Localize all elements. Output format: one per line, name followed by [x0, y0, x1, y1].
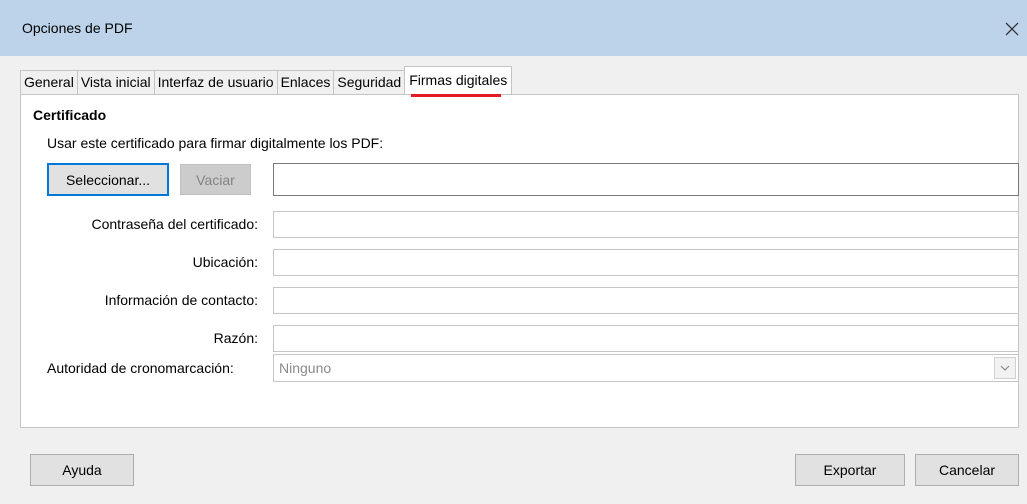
tab-bar: General Vista inicial Interfaz de usuari…	[20, 66, 513, 97]
certificate-field[interactable]	[273, 163, 1019, 196]
chevron-down-icon	[1000, 365, 1010, 371]
signatures-panel: Certificado Usar este certificado para f…	[20, 94, 1019, 428]
select-certificate-button[interactable]: Seleccionar...	[47, 163, 169, 196]
cancel-label: Cancelar	[938, 462, 996, 478]
tab-general[interactable]: General	[20, 70, 78, 94]
title-bar: Opciones de PDF	[0, 0, 1027, 56]
active-tab-highlight	[411, 94, 502, 97]
tab-initial-view[interactable]: Vista inicial	[76, 70, 155, 94]
cancel-button[interactable]: Cancelar	[915, 454, 1019, 486]
tsa-label: Autoridad de cronomarcación:	[47, 360, 234, 376]
tab-digital-signatures-label: Firmas digitales	[409, 72, 508, 88]
clear-certificate-label: Vaciar	[196, 171, 235, 188]
password-field[interactable]	[273, 211, 1019, 238]
select-certificate-label: Seleccionar...	[65, 171, 151, 188]
location-label: Ubicación:	[192, 254, 258, 270]
close-button[interactable]	[997, 14, 1027, 44]
dropdown-button[interactable]	[994, 357, 1016, 379]
section-title-certificate: Certificado	[33, 107, 107, 123]
password-label: Contraseña del certificado:	[91, 216, 258, 232]
tsa-dropdown[interactable]: Ninguno	[273, 354, 1019, 382]
contact-label: Información de contacto:	[104, 292, 258, 308]
tab-digital-signatures[interactable]: Firmas digitales	[404, 66, 513, 97]
window-title: Opciones de PDF	[22, 20, 133, 36]
certificate-description: Usar este certificado para firmar digita…	[47, 135, 384, 151]
reason-field[interactable]	[273, 325, 1019, 352]
clear-certificate-button[interactable]: Vaciar	[180, 164, 251, 195]
export-label: Exportar	[823, 462, 877, 478]
help-label: Ayuda	[62, 462, 102, 478]
close-icon	[1005, 22, 1019, 36]
contact-field[interactable]	[273, 287, 1019, 314]
reason-label: Razón:	[213, 330, 258, 346]
location-field[interactable]	[273, 249, 1019, 276]
tab-user-interface[interactable]: Interfaz de usuario	[153, 70, 278, 94]
export-button[interactable]: Exportar	[795, 454, 905, 486]
help-button[interactable]: Ayuda	[30, 454, 134, 486]
dialog-body: General Vista inicial Interfaz de usuari…	[0, 56, 1027, 504]
tsa-value: Ninguno	[279, 360, 332, 376]
tab-security[interactable]: Seguridad	[333, 70, 406, 94]
tab-links[interactable]: Enlaces	[276, 70, 335, 94]
